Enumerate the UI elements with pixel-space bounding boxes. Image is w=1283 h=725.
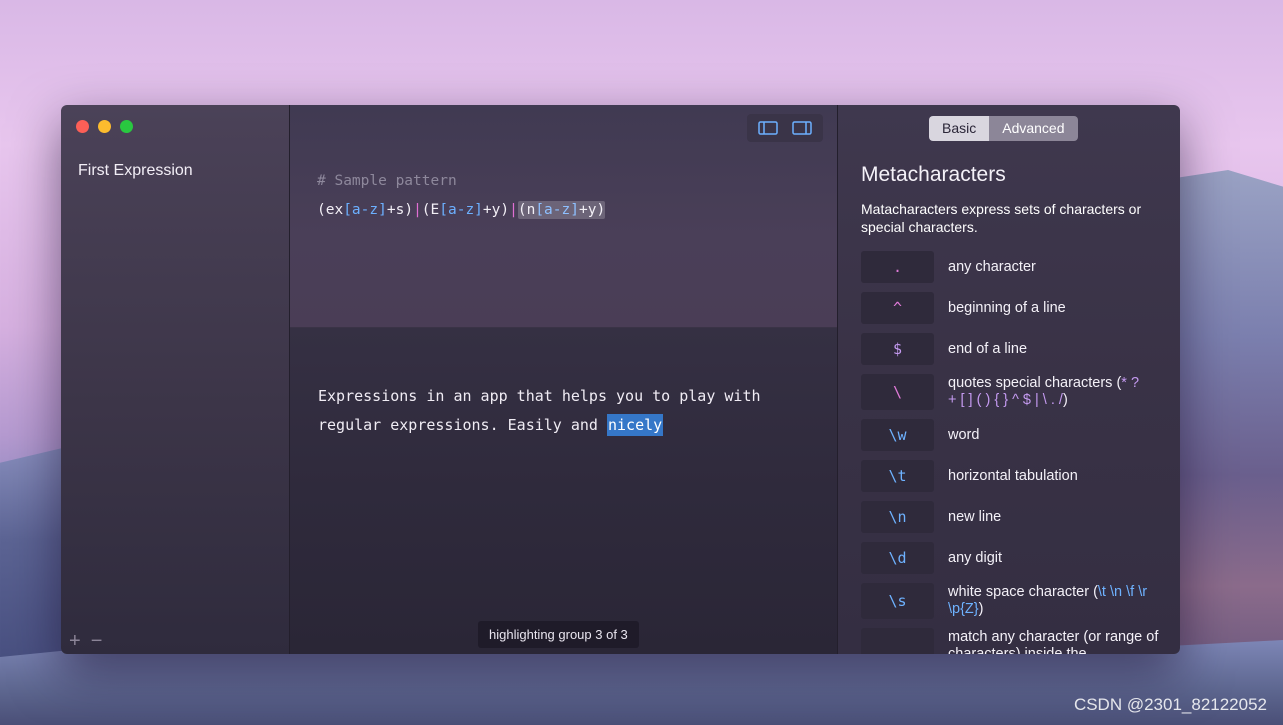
ref-key: \t	[861, 460, 934, 492]
ref-key: ^	[861, 292, 934, 324]
sidebar-right-toggle-icon[interactable]	[787, 117, 817, 139]
reference-pane: Basic Advanced Metacharacters Matacharac…	[838, 105, 1180, 654]
pattern-token: +y)	[578, 202, 606, 218]
test-text-area[interactable]: Expressions in an app that helps you to …	[290, 328, 837, 654]
tab-advanced[interactable]: Advanced	[989, 116, 1078, 141]
window-controls	[76, 120, 133, 133]
sidebar-item-first-expression[interactable]: First Expression	[78, 162, 193, 180]
pattern-token: (n	[517, 202, 536, 218]
ref-desc: word	[948, 426, 980, 443]
sidebar-left-toggle-icon[interactable]	[753, 117, 783, 139]
sidebar-actions: + −	[69, 631, 103, 651]
list-item[interactable]: \w word	[861, 419, 1171, 451]
ref-desc-part: )	[1062, 392, 1068, 408]
ref-desc: match any character (or range of charact…	[948, 629, 1159, 654]
ref-desc-chars: \p{Z}	[948, 601, 979, 617]
list-item[interactable]: \t horizontal tabulation	[861, 460, 1171, 492]
ref-desc: horizontal tabulation	[948, 467, 1078, 484]
ref-desc-chars: \t \n \f \r	[1097, 584, 1148, 600]
pattern-token: (E	[421, 202, 440, 218]
status-badge: highlighting group 3 of 3	[478, 621, 639, 648]
zoom-button[interactable]	[120, 120, 133, 133]
ref-key: .	[861, 251, 934, 283]
sample-text-body: Expressions in an app that helps you to …	[318, 387, 761, 434]
pattern-comment: # Sample pattern	[317, 173, 457, 189]
ref-desc: beginning of a line	[948, 299, 1066, 316]
pattern-line: (ex[a-z]+s)|(E[a-z]+y)|(n[a-z]+y)	[317, 196, 606, 225]
reference-title: Metacharacters	[861, 163, 1006, 186]
reference-tabs: Basic Advanced	[929, 116, 1078, 141]
reference-list: . any character ^ beginning of a line $ …	[861, 251, 1171, 654]
ref-key: \d	[861, 542, 934, 574]
ref-desc: quotes special characters (* ? + [ ] ( ) …	[948, 375, 1163, 409]
list-item[interactable]: ^ beginning of a line	[861, 292, 1171, 324]
remove-expression-button[interactable]: −	[91, 631, 103, 651]
ref-desc-part: )	[978, 601, 984, 617]
close-button[interactable]	[76, 120, 89, 133]
center-pane: # Sample pattern (ex[a-z]+s)|(E[a-z]+y)|…	[290, 105, 838, 654]
ref-desc-chars: * ?	[1121, 375, 1140, 391]
sample-text[interactable]: Expressions in an app that helps you to …	[318, 382, 798, 440]
pattern-token: +y)	[482, 202, 510, 218]
pattern-token: [a-z]	[439, 202, 483, 218]
ref-key: \s	[861, 583, 934, 619]
list-item[interactable]: \ quotes special characters (* ? + [ ] ( …	[861, 374, 1171, 410]
ref-key: \w	[861, 419, 934, 451]
ref-desc-chars: + [ ] ( ) { } ^ $ | \ . /	[948, 392, 1063, 408]
ref-key: \n	[861, 501, 934, 533]
app-window: First Expression + − # Sample pattern (e…	[61, 105, 1180, 654]
sidebar: First Expression + −	[61, 105, 290, 654]
pattern-code[interactable]: # Sample pattern (ex[a-z]+s)|(E[a-z]+y)|…	[317, 167, 606, 225]
pattern-token: [a-z]	[535, 202, 579, 218]
pattern-token: (ex	[317, 202, 344, 218]
list-item[interactable]: \s white space character (\t \n \f \r \p{…	[861, 583, 1171, 619]
ref-desc: any digit	[948, 549, 1003, 566]
list-item[interactable]: \d any digit	[861, 542, 1171, 574]
list-item[interactable]: . any character	[861, 251, 1171, 283]
reference-description: Matacharacters express sets of character…	[861, 201, 1142, 235]
ref-desc-part: white space character (	[948, 584, 1098, 600]
list-item[interactable]: $ end of a line	[861, 333, 1171, 365]
watermark: CSDN @2301_82122052	[1073, 695, 1267, 714]
ref-desc: white space character (\t \n \f \r \p{Z})	[948, 584, 1163, 618]
minimize-button[interactable]	[98, 120, 111, 133]
tab-basic[interactable]: Basic	[929, 116, 990, 141]
pattern-token: +s)	[386, 202, 414, 218]
list-item[interactable]: match any character (or range of charact…	[861, 628, 1171, 654]
ref-key: \	[861, 374, 934, 410]
list-item[interactable]: \n new line	[861, 501, 1171, 533]
highlighted-group: (n[a-z]+y)	[517, 201, 606, 219]
ref-key	[861, 628, 934, 654]
ref-desc: new line	[948, 508, 1002, 525]
add-expression-button[interactable]: +	[69, 631, 81, 651]
pattern-token: |	[509, 202, 518, 218]
ref-key: $	[861, 333, 934, 365]
match-highlight: nicely	[606, 414, 664, 436]
ref-desc-part: quotes special characters (	[948, 375, 1122, 391]
ref-desc: any character	[948, 258, 1036, 275]
pattern-token: |	[413, 202, 422, 218]
pattern-editor[interactable]: # Sample pattern (ex[a-z]+s)|(E[a-z]+y)|…	[290, 105, 837, 328]
ref-desc: end of a line	[948, 340, 1028, 357]
panel-toggles	[747, 114, 823, 142]
pattern-token: [a-z]	[343, 202, 387, 218]
